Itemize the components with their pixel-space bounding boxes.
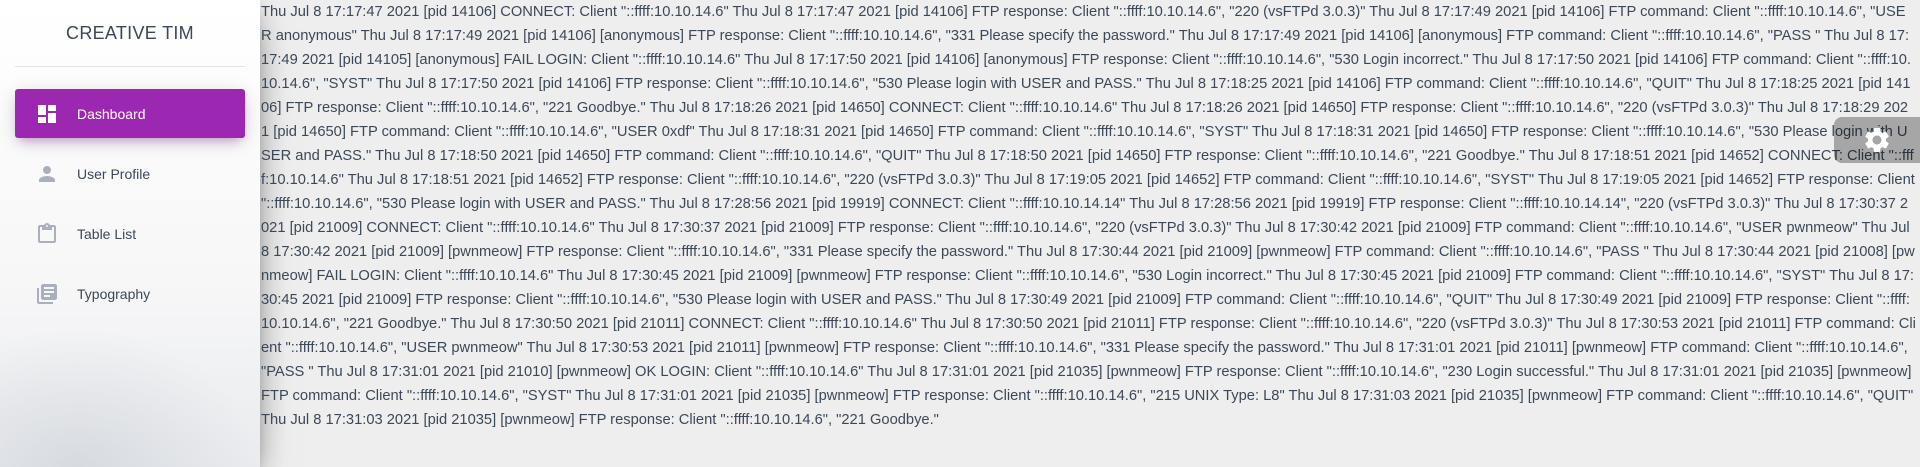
sidebar-item-table-list[interactable]: Table List [15,209,245,258]
main-content: Thu Jul 8 17:17:47 2021 [pid 14106] CONN… [260,0,1920,467]
sidebar-nav: Dashboard User Profile Table List Typogr… [0,89,260,318]
brand-logo-text[interactable]: Creative Tim [15,0,245,67]
sidebar-item-label: Typography [77,285,151,302]
dashboard-icon [35,102,59,126]
sidebar-item-dashboard[interactable]: Dashboard [15,89,245,138]
clipboard-icon [35,222,59,246]
settings-toggle-button[interactable] [1834,117,1920,163]
sidebar-item-label: Table List [77,225,137,242]
sidebar-item-typography[interactable]: Typography [15,269,245,318]
person-icon [35,162,59,186]
sidebar-item-label: Dashboard [77,105,146,122]
sidebar-item-label: User Profile [77,165,151,182]
settings-gear-icon [1865,128,1889,152]
library-books-icon [35,282,59,306]
sidebar-item-user-profile[interactable]: User Profile [15,149,245,198]
sidebar: Creative Tim Dashboard User Profile Tabl… [0,0,260,467]
ftp-log-text: Thu Jul 8 17:17:47 2021 [pid 14106] CONN… [261,4,1916,428]
